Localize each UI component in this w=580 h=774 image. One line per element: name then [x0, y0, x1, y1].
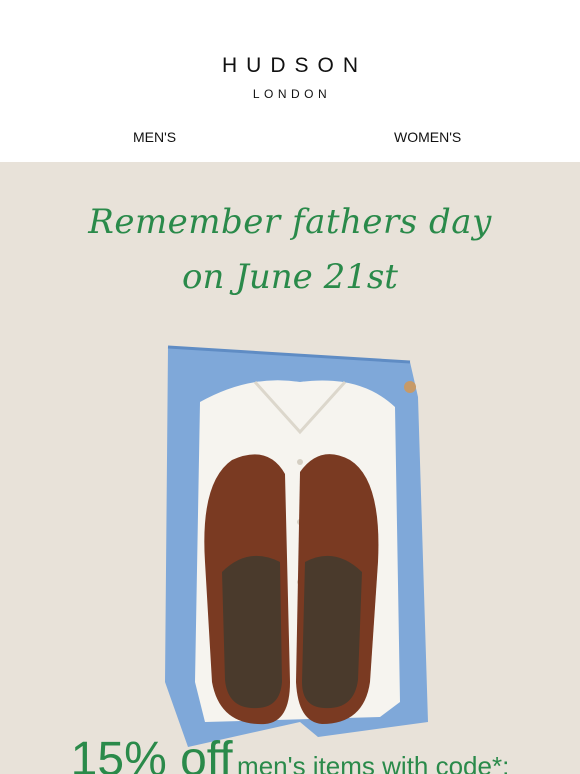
email-header: HUDSON LONDON MEN'S WOMEN'S [0, 0, 580, 162]
product-image[interactable] [0, 162, 580, 774]
promo-discount: 15% off [70, 733, 233, 774]
brand-location: LONDON [252, 87, 332, 101]
nav-mens-link[interactable]: MEN'S [133, 129, 176, 145]
brand-logo[interactable]: HUDSON [0, 54, 580, 78]
nav-womens-link[interactable]: WOMEN'S [394, 129, 461, 145]
promo-text: 15% off men's items with code*: [0, 732, 580, 774]
hero-banner[interactable]: Remember fathers day on June 21st 15% of… [0, 162, 580, 774]
promo-details: men's items with code*: [237, 751, 510, 774]
shorts-button [404, 381, 416, 393]
